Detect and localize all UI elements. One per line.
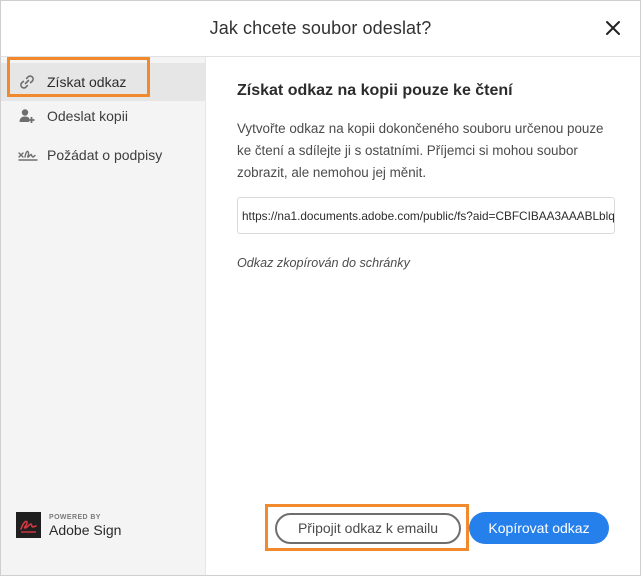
send-file-dialog: Jak chcete soubor odeslat? Získat odkaz xyxy=(0,0,641,576)
sidebar-item-send-copy[interactable]: Odeslat kopii xyxy=(1,97,205,135)
section-description: Vytvořte odkaz na kopii dokončeného soub… xyxy=(237,121,604,180)
copy-link-button[interactable]: Kopírovat odkaz xyxy=(469,512,609,544)
attach-link-to-email-button[interactable]: Připojit odkaz k emailu xyxy=(275,513,461,544)
adobe-sign-brand: POWERED BY Adobe Sign xyxy=(16,511,121,539)
brand-name: Adobe Sign xyxy=(49,521,122,538)
main-panel: Získat odkaz na kopii pouze ke čtení Vyt… xyxy=(207,58,640,575)
sidebar-item-get-link[interactable]: Získat odkaz xyxy=(1,63,205,101)
share-link-field[interactable]: https://na1.documents.adobe.com/public/f… xyxy=(237,197,615,234)
signature-icon xyxy=(18,146,38,164)
adobe-sign-logo xyxy=(16,512,41,538)
sidebar-item-label: Požádat o podpisy xyxy=(47,147,163,163)
copied-status: Odkaz zkopírován do schránky xyxy=(237,256,410,270)
powered-by-label: POWERED BY xyxy=(49,513,101,521)
sidebar-item-label: Odeslat kopii xyxy=(47,108,128,124)
link-icon xyxy=(18,73,36,91)
dialog-title: Jak chcete soubor odeslat? xyxy=(209,18,432,38)
sidebar-item-request-signatures[interactable]: Požádat o podpisy xyxy=(1,136,205,174)
dialog-header: Jak chcete soubor odeslat? xyxy=(1,1,640,57)
add-user-icon xyxy=(18,107,36,125)
section-heading: Získat odkaz na kopii pouze ke čtení xyxy=(237,82,513,99)
close-icon xyxy=(606,21,620,35)
close-button[interactable] xyxy=(604,19,622,37)
sidebar: Získat odkaz Odeslat kopii Požádat o pod… xyxy=(1,57,206,575)
sidebar-item-label: Získat odkaz xyxy=(47,74,127,90)
